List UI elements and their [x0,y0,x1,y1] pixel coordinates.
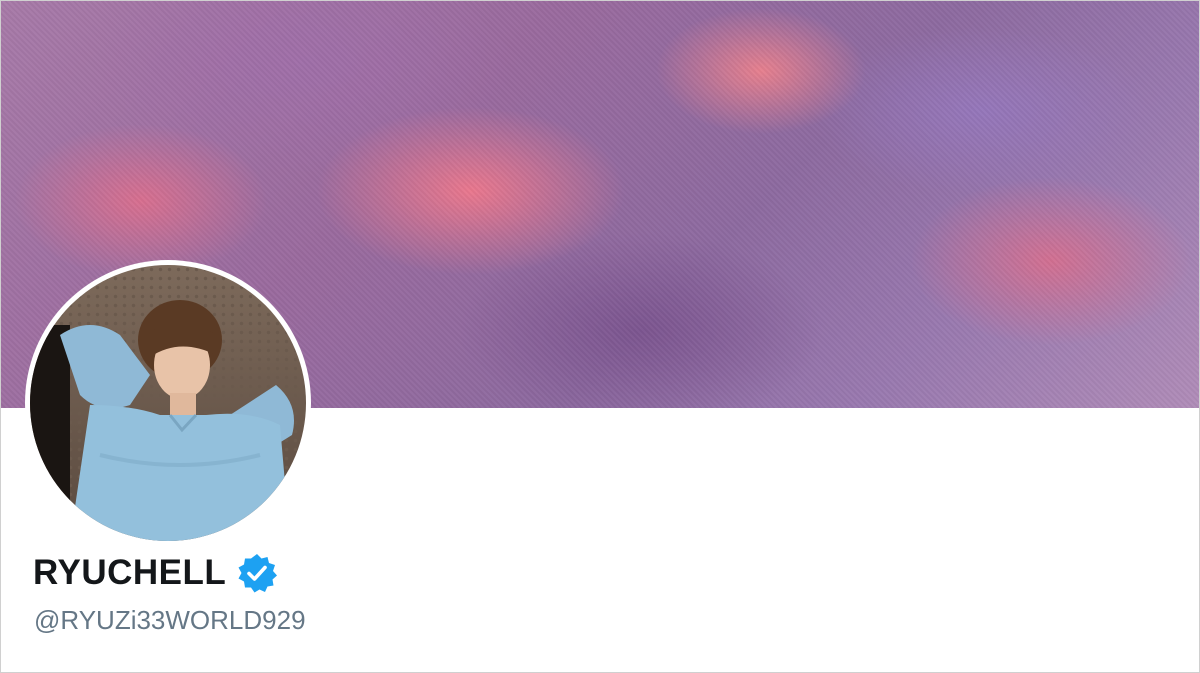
verified-badge-icon [236,552,278,594]
profile-handle: @RYUZi33WORLD929 [34,605,306,635]
profile-card: RYUCHELL @RYUZi33WORLD929 [0,0,1200,673]
avatar-photo [30,300,294,541]
display-name: RYUCHELL [33,553,227,592]
profile-avatar[interactable] [30,265,306,541]
display-name-row: RYUCHELL [33,553,278,593]
profile-avatar-frame [25,260,311,546]
